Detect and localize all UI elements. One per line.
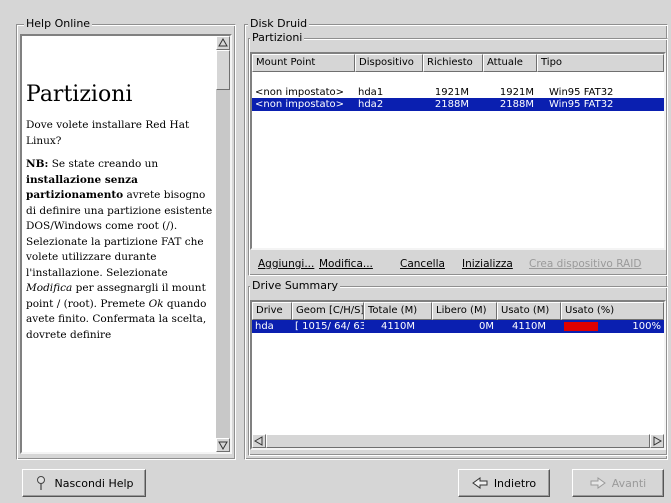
add-button[interactable]: Aggiungi... bbox=[258, 258, 314, 270]
scroll-left-button[interactable] bbox=[252, 434, 266, 448]
usage-percent: 100% bbox=[632, 321, 661, 332]
reset-button[interactable]: Inizializza bbox=[462, 258, 513, 270]
col-mount-point[interactable]: Mount Point bbox=[252, 54, 355, 72]
arrow-left-icon bbox=[253, 436, 263, 446]
scroll-right-button[interactable] bbox=[650, 434, 664, 448]
col-used[interactable]: Usato (M) bbox=[497, 302, 561, 320]
hide-help-label: Nascondi Help bbox=[54, 476, 134, 490]
partitions-list[interactable]: Mount Point Dispositivo Richiesto Attual… bbox=[250, 52, 666, 250]
help-text: Partizioni Dove volete installare Red Ha… bbox=[26, 40, 214, 448]
col-geom[interactable]: Geom [C/H/S] bbox=[292, 302, 364, 320]
arrow-right-icon bbox=[590, 477, 606, 489]
col-total[interactable]: Totale (M) bbox=[364, 302, 432, 320]
col-requested[interactable]: Richiesto bbox=[423, 54, 483, 72]
drive-summary-header: Drive Geom [C/H/S] Totale (M) Libero (M)… bbox=[252, 302, 664, 320]
partitions-title: Partizioni bbox=[250, 31, 305, 44]
col-drive[interactable]: Drive bbox=[252, 302, 292, 320]
arrow-down-icon bbox=[218, 441, 228, 451]
summary-hscrollbar[interactable] bbox=[252, 434, 664, 448]
col-used-pct[interactable]: Usato (%) bbox=[561, 302, 664, 320]
help-bold-term: installazione senza partizionamento bbox=[26, 173, 138, 202]
help-paragraph-1: Dove volete installare Red Hat Linux? bbox=[26, 119, 190, 147]
help-pane: Partizioni Dove volete installare Red Ha… bbox=[20, 34, 232, 454]
back-label: Indietro bbox=[493, 476, 537, 490]
create-raid-button[interactable]: Crea dispositivo RAID bbox=[529, 258, 641, 270]
next-button[interactable]: Avanti bbox=[572, 469, 664, 497]
col-device[interactable]: Dispositivo bbox=[355, 54, 423, 72]
col-type[interactable]: Tipo bbox=[537, 54, 664, 72]
nb-label: NB: bbox=[26, 158, 49, 170]
help-italic-ok: Ok bbox=[148, 297, 164, 310]
scroll-up-button[interactable] bbox=[216, 36, 230, 50]
drive-row-selected[interactable]: hda [ 1015/ 64/ 63] 4110M 0M 4110M 100% bbox=[252, 320, 664, 333]
usage-bar bbox=[564, 322, 598, 331]
hide-help-button[interactable]: Nascondi Help bbox=[22, 469, 146, 497]
col-actual[interactable]: Attuale bbox=[483, 54, 537, 72]
arrow-up-icon bbox=[218, 37, 228, 47]
arrow-right-icon bbox=[653, 436, 663, 446]
partitions-header: Mount Point Dispositivo Richiesto Attual… bbox=[252, 54, 664, 72]
help-scrollbar[interactable] bbox=[216, 36, 230, 452]
drive-summary-title: Drive Summary bbox=[250, 279, 340, 292]
scroll-thumb[interactable] bbox=[216, 50, 230, 90]
help-frame-title: Help Online bbox=[24, 17, 93, 30]
next-label: Avanti bbox=[611, 476, 647, 490]
usage-cell: 100% bbox=[561, 320, 664, 333]
help-paragraph-2: NB: Se state creando un installazione se… bbox=[26, 158, 213, 341]
col-free[interactable]: Libero (M) bbox=[432, 302, 497, 320]
back-button[interactable]: Indietro bbox=[458, 469, 550, 497]
edit-button[interactable]: Modifica... bbox=[319, 258, 373, 270]
help-italic-edit: Modifica bbox=[26, 282, 73, 294]
delete-button[interactable]: Cancella bbox=[400, 258, 445, 270]
scroll-down-button[interactable] bbox=[216, 438, 230, 452]
drive-summary-list[interactable]: Drive Geom [C/H/S] Totale (M) Libero (M)… bbox=[250, 300, 666, 450]
arrow-left-icon bbox=[471, 477, 488, 489]
pin-icon bbox=[37, 476, 46, 490]
hscroll-thumb[interactable] bbox=[266, 434, 650, 448]
help-heading: Partizioni bbox=[26, 82, 133, 107]
partition-row-selected[interactable]: <non impostato> hda2 2188M 2188M Win95 F… bbox=[252, 98, 664, 111]
disk-druid-title: Disk Druid bbox=[248, 17, 310, 30]
usage-bar-fill bbox=[564, 322, 598, 331]
